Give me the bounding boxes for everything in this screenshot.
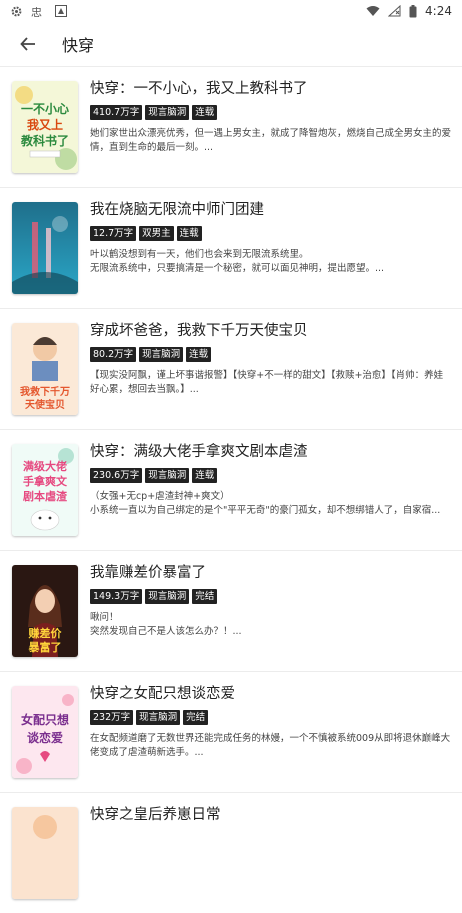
tag-word-count: 12.7万字 <box>90 226 137 241</box>
tag-genre: 现言脑洞 <box>139 347 184 362</box>
svg-text:天使宝贝: 天使宝贝 <box>25 398 65 411</box>
book-desc: 在女配频道磨了无数世界还能完成任务的林嫚，一个不慎被系统009从即将退休巅峰大佬… <box>90 733 451 758</box>
svg-text:赚差价: 赚差价 <box>28 626 63 640</box>
book-item[interactable]: 满级大佬 手拿爽文 剧本虐渣 快穿：满级大佬手拿爽文剧本虐渣 230.6万字 现… <box>0 429 462 550</box>
status-bar: 忠 4:24 <box>0 0 462 22</box>
svg-text:我救下千万: 我救下千万 <box>20 385 70 398</box>
book-cover: 我救下千万 天使宝贝 <box>12 323 78 415</box>
svg-text:暴富了: 暴富了 <box>28 640 62 654</box>
wifi-icon <box>366 5 380 17</box>
svg-text:手拿爽文: 手拿爽文 <box>23 474 68 488</box>
tag-word-count: 230.6万字 <box>90 468 143 483</box>
svg-text:女配只想: 女配只想 <box>21 712 69 727</box>
svg-text:教科书了: 教科书了 <box>20 133 69 148</box>
book-tags: 232万字 现言脑洞 完结 <box>90 710 452 725</box>
no-signal-icon <box>388 5 401 17</box>
book-title: 快穿之女配只想谈恋爱 <box>90 686 235 702</box>
tag-status: 完结 <box>192 589 218 604</box>
tag-genre: 现言脑洞 <box>136 710 181 725</box>
book-tags: 12.7万字 双男主 连载 <box>90 226 452 241</box>
tag-genre: 双男主 <box>139 226 174 241</box>
gear-icon <box>10 5 23 18</box>
book-title: 穿成坏爸爸，我救下千万天使宝贝 <box>90 323 308 339</box>
book-title: 我靠赚差价暴富了 <box>90 565 206 581</box>
book-desc: （女强+无cp+虐渣封神+爽文） 小系统一直以为自己绑定的是个"平平无奇"的豪门… <box>90 491 441 516</box>
book-desc: 她们家世出众漂亮优秀，但一遇上男女主，就成了降智炮灰，燃烧自己成全男女主的爱情，… <box>90 128 452 153</box>
book-item[interactable]: 赚差价 暴富了 我靠赚差价暴富了 149.3万字 现言脑洞 完结 啾问！ 突然发… <box>0 550 462 671</box>
book-desc: 叶以鹤没想到有一天，他们也会来到无限流系统里。 无限流系统中，只要搞清是一个秘密… <box>90 249 385 274</box>
book-info: 快穿之女配只想谈恋爱 232万字 现言脑洞 完结 在女配频道磨了无数世界还能完成… <box>90 684 452 760</box>
book-title: 快穿之皇后养崽日常 <box>90 807 221 823</box>
tag-word-count: 80.2万字 <box>90 347 137 362</box>
svg-text:我又上: 我又上 <box>27 117 63 132</box>
book-desc: 【现实没阿飘，谨上坏事谐报警】【快穿+不一样的甜文】【救赎+治愈】【肖帅：养娃好… <box>90 370 444 395</box>
arrow-back-icon <box>20 37 35 51</box>
svg-text:谈恋爱: 谈恋爱 <box>27 730 63 745</box>
svg-text:一不小心: 一不小心 <box>21 101 69 116</box>
svg-text:剧本虐渣: 剧本虐渣 <box>23 489 68 503</box>
svg-text:满级大佬: 满级大佬 <box>23 459 67 473</box>
tag-status: 连载 <box>192 105 218 120</box>
book-list: 一不小心 我又上 教科书了 快穿：一不小心，我又上教科书了 410.7万字 现言… <box>0 66 462 913</box>
tag-status: 连载 <box>192 468 218 483</box>
tag-genre: 现言脑洞 <box>145 589 190 604</box>
tag-genre: 现言脑洞 <box>145 468 190 483</box>
tag-status: 连载 <box>176 226 202 241</box>
battery-icon <box>409 4 417 18</box>
book-cover <box>12 202 78 294</box>
book-item[interactable]: 我救下千万 天使宝贝 穿成坏爸爸，我救下千万天使宝贝 80.2万字 现言脑洞 连… <box>0 308 462 429</box>
book-title: 我在烧脑无限流中师门团建 <box>90 202 264 218</box>
book-item[interactable]: 一不小心 我又上 教科书了 快穿：一不小心，我又上教科书了 410.7万字 现言… <box>0 66 462 187</box>
book-cover <box>12 807 78 899</box>
book-tags: 410.7万字 现言脑洞 连载 <box>90 105 452 120</box>
book-info: 快穿：一不小心，我又上教科书了 410.7万字 现言脑洞 连载 她们家世出众漂亮… <box>90 79 452 155</box>
svg-text:忠: 忠 <box>31 6 42 18</box>
notification-icon: 忠 <box>31 5 47 18</box>
status-left: 忠 <box>10 5 67 18</box>
tag-status: 连载 <box>186 347 212 362</box>
tag-word-count: 149.3万字 <box>90 589 143 604</box>
book-item[interactable]: 快穿之皇后养崽日常 <box>0 792 462 913</box>
book-title: 快穿：满级大佬手拿爽文剧本虐渣 <box>90 444 308 460</box>
book-info: 快穿：满级大佬手拿爽文剧本虐渣 230.6万字 现言脑洞 连载 （女强+无cp+… <box>90 442 452 518</box>
book-desc: 啾问！ 突然发现自己不是人该怎么办？！... <box>90 612 242 637</box>
book-item[interactable]: 女配只想 谈恋爱 快穿之女配只想谈恋爱 232万字 现言脑洞 完结 在女配频道磨… <box>0 671 462 792</box>
book-info: 穿成坏爸爸，我救下千万天使宝贝 80.2万字 现言脑洞 连载 【现实没阿飘，谨上… <box>90 321 452 397</box>
book-tags: 149.3万字 现言脑洞 完结 <box>90 589 452 604</box>
book-cover: 女配只想 谈恋爱 <box>12 686 78 778</box>
book-item[interactable]: 我在烧脑无限流中师门团建 12.7万字 双男主 连载 叶以鹤没想到有一天，他们也… <box>0 187 462 308</box>
book-info: 我靠赚差价暴富了 149.3万字 现言脑洞 完结 啾问！ 突然发现自己不是人该怎… <box>90 563 452 639</box>
book-cover: 满级大佬 手拿爽文 剧本虐渣 <box>12 444 78 536</box>
book-cover: 赚差价 暴富了 <box>12 565 78 657</box>
book-tags: 230.6万字 现言脑洞 连载 <box>90 468 452 483</box>
tag-genre: 现言脑洞 <box>145 105 190 120</box>
back-button[interactable] <box>16 32 40 56</box>
book-info: 我在烧脑无限流中师门团建 12.7万字 双男主 连载 叶以鹤没想到有一天，他们也… <box>90 200 452 276</box>
tag-word-count: 410.7万字 <box>90 105 143 120</box>
tag-word-count: 232万字 <box>90 710 134 725</box>
download-icon <box>55 5 67 17</box>
book-info: 快穿之皇后养崽日常 <box>90 805 452 825</box>
book-tags: 80.2万字 现言脑洞 连载 <box>90 347 452 362</box>
app-bar: 快穿 <box>0 22 462 66</box>
book-title: 快穿：一不小心，我又上教科书了 <box>90 81 308 97</box>
tag-status: 完结 <box>183 710 209 725</box>
status-right: 4:24 <box>366 4 452 18</box>
page-title: 快穿 <box>62 36 95 55</box>
status-time: 4:24 <box>425 4 452 18</box>
book-cover: 一不小心 我又上 教科书了 <box>12 81 78 173</box>
